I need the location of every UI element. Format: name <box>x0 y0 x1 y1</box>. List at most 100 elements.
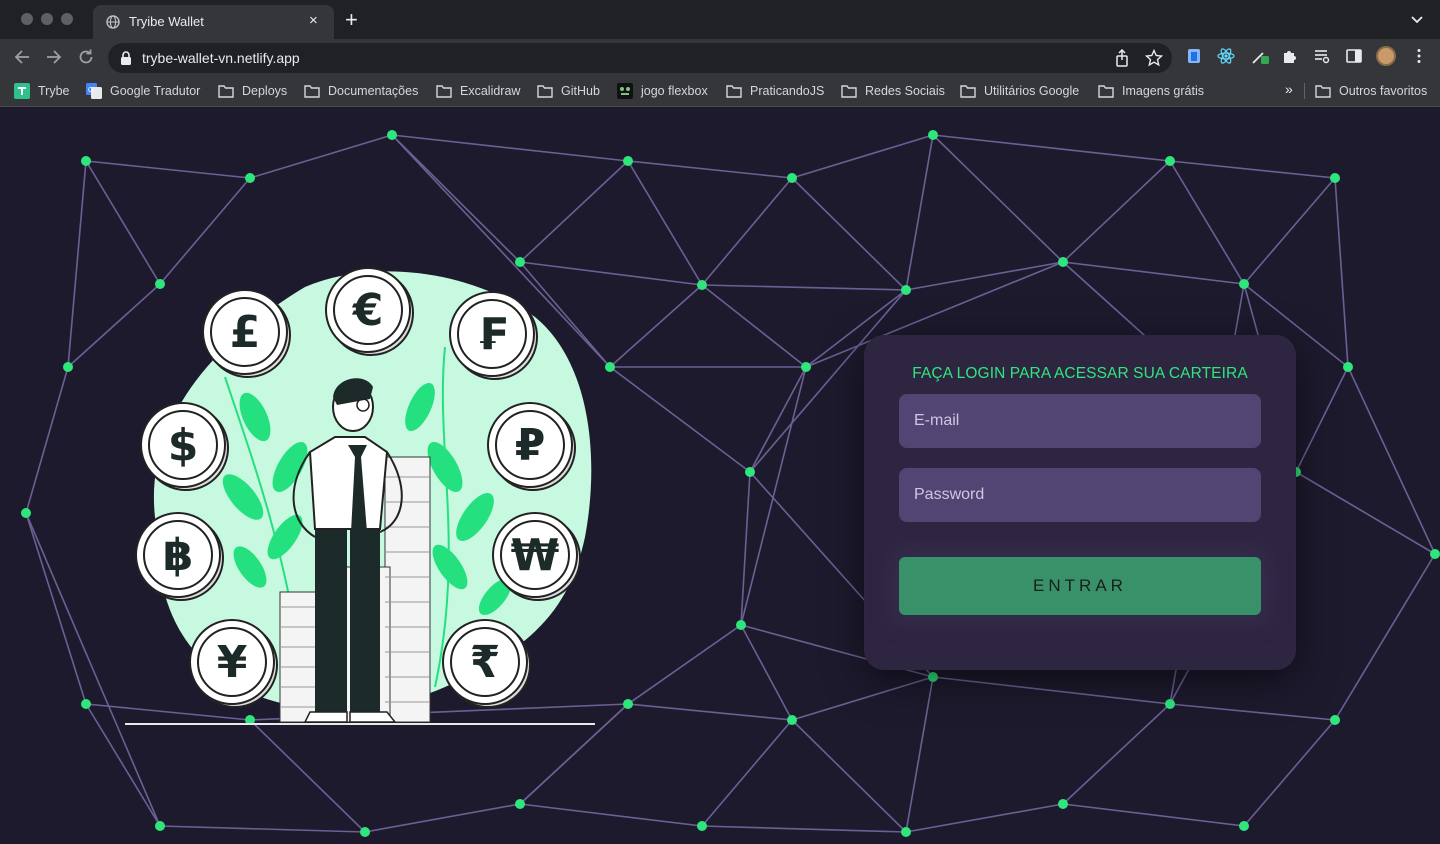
side-panel-icon[interactable] <box>1345 47 1363 65</box>
reading-list-icon[interactable] <box>1313 47 1331 65</box>
network-edge <box>740 471 751 626</box>
tab-close-icon[interactable]: × <box>309 12 318 30</box>
bookmark-google-tradutor[interactable]: G Google Tradutor <box>86 82 200 100</box>
address-bar[interactable]: trybe-wallet-vn.netlify.app <box>108 43 1172 73</box>
browser-tab[interactable]: Tryibe Wallet × <box>93 5 334 39</box>
network-node <box>623 699 633 709</box>
login-title: FAÇA LOGIN PARA ACESSAR SUA CARTEIRA <box>912 365 1248 382</box>
network-node <box>81 156 91 166</box>
network-node <box>1239 821 1249 831</box>
bookmark-github[interactable]: GitHub <box>537 82 600 100</box>
bookmark-label: Trybe <box>38 84 70 98</box>
network-node <box>155 821 165 831</box>
network-edge <box>627 703 793 721</box>
network-node <box>697 280 707 290</box>
network-edge <box>1062 703 1171 805</box>
reload-icon[interactable] <box>76 47 96 67</box>
network-node <box>245 173 255 183</box>
network-edge <box>1062 803 1245 827</box>
email-input[interactable] <box>899 394 1261 448</box>
network-node <box>787 173 797 183</box>
folder-icon <box>1315 85 1331 98</box>
bookmark-jogo-flexbox[interactable]: jogo flexbox <box>617 82 708 100</box>
network-edge <box>932 676 1171 705</box>
network-edge <box>749 366 807 473</box>
bookmark-excalidraw[interactable]: Excalidraw <box>436 82 520 100</box>
coin-symbol: € <box>352 285 384 336</box>
network-node <box>1330 715 1340 725</box>
bookmark-outros-favoritos[interactable]: Outros favoritos <box>1315 82 1427 100</box>
network-edge <box>627 160 703 286</box>
network-edge <box>519 160 629 263</box>
bookmark-utilitarios-google[interactable]: Utilitários Google <box>960 82 1079 100</box>
share-icon[interactable] <box>1113 49 1131 67</box>
window-maximize-button[interactable] <box>61 13 73 25</box>
enter-button[interactable]: ENTRAR <box>899 557 1261 615</box>
network-edge <box>85 160 251 179</box>
bookmark-documentacoes[interactable]: Documentações <box>304 82 418 100</box>
window-minimize-button[interactable] <box>41 13 53 25</box>
network-node <box>81 699 91 709</box>
trybe-icon <box>14 83 30 99</box>
network-edge <box>1062 261 1245 285</box>
network-edge <box>1243 177 1336 285</box>
network-edge <box>701 284 907 291</box>
lock-icon <box>121 51 131 65</box>
puzzle-extensions-icon[interactable] <box>1281 47 1299 65</box>
kebab-menu-icon[interactable] <box>1410 47 1428 65</box>
folder-icon <box>537 85 553 98</box>
frog-icon <box>617 83 633 99</box>
network-node <box>1239 279 1249 289</box>
network-edge <box>391 134 521 263</box>
bookmarks-overflow-button[interactable]: » <box>1285 81 1293 97</box>
network-edge <box>67 160 87 368</box>
login-card: FAÇA LOGIN PARA ACESSAR SUA CARTEIRA ENT… <box>864 335 1296 670</box>
bookmark-label: Documentações <box>328 84 419 98</box>
network-edge <box>1295 471 1436 555</box>
bookmark-redes-sociais[interactable]: Redes Sociais <box>841 82 945 100</box>
folder-icon <box>960 85 976 98</box>
network-node <box>1058 799 1068 809</box>
profile-avatar[interactable] <box>1376 46 1396 66</box>
bookmark-praticandojs[interactable]: PraticandoJS <box>726 82 824 100</box>
network-edge <box>25 366 69 514</box>
back-arrow-icon[interactable] <box>12 47 32 67</box>
network-node <box>623 156 633 166</box>
network-edge <box>609 284 703 368</box>
network-edge <box>791 134 934 179</box>
network-edge <box>609 366 751 473</box>
page-body: £ € ₣ $ ₽ ฿ ₩ ¥ ₹ FAÇA LOGIN PARA ACESSAR SUA CA… <box>0 107 1440 844</box>
bookmarks-divider <box>1304 83 1305 99</box>
network-edge <box>85 160 161 285</box>
network-edge <box>249 134 393 179</box>
network-node <box>605 362 615 372</box>
network-node <box>1165 699 1175 709</box>
bookmark-deploys[interactable]: Deploys <box>218 82 287 100</box>
star-icon[interactable] <box>1145 49 1163 67</box>
bookmark-trybe[interactable]: Trybe <box>14 82 70 100</box>
network-node <box>928 672 938 682</box>
coin-symbol: £ <box>230 307 261 358</box>
network-node <box>901 827 911 837</box>
network-node <box>360 827 370 837</box>
folder-icon <box>726 85 742 98</box>
network-edge <box>791 719 907 833</box>
forward-arrow-icon[interactable] <box>44 47 64 67</box>
extension-docs-icon[interactable] <box>1185 47 1203 65</box>
react-devtools-icon[interactable] <box>1217 47 1235 65</box>
folder-icon <box>841 85 857 98</box>
network-edge <box>932 134 1064 263</box>
bookmark-label: Excalidraw <box>460 84 521 98</box>
new-tab-button[interactable]: + <box>345 8 358 32</box>
coin-symbol: ฿ <box>163 530 194 581</box>
chevron-down-icon[interactable] <box>1410 12 1424 26</box>
password-input[interactable] <box>899 468 1261 522</box>
network-edge <box>159 825 366 833</box>
coin-symbol: ₽ <box>515 420 546 471</box>
network-edge <box>1347 366 1436 555</box>
network-edge <box>905 134 934 291</box>
eyedropper-extension-icon[interactable] <box>1251 47 1269 65</box>
bookmark-imagens-gratis[interactable]: Imagens grátis <box>1098 82 1204 100</box>
network-node <box>1058 257 1068 267</box>
window-close-button[interactable] <box>21 13 33 25</box>
